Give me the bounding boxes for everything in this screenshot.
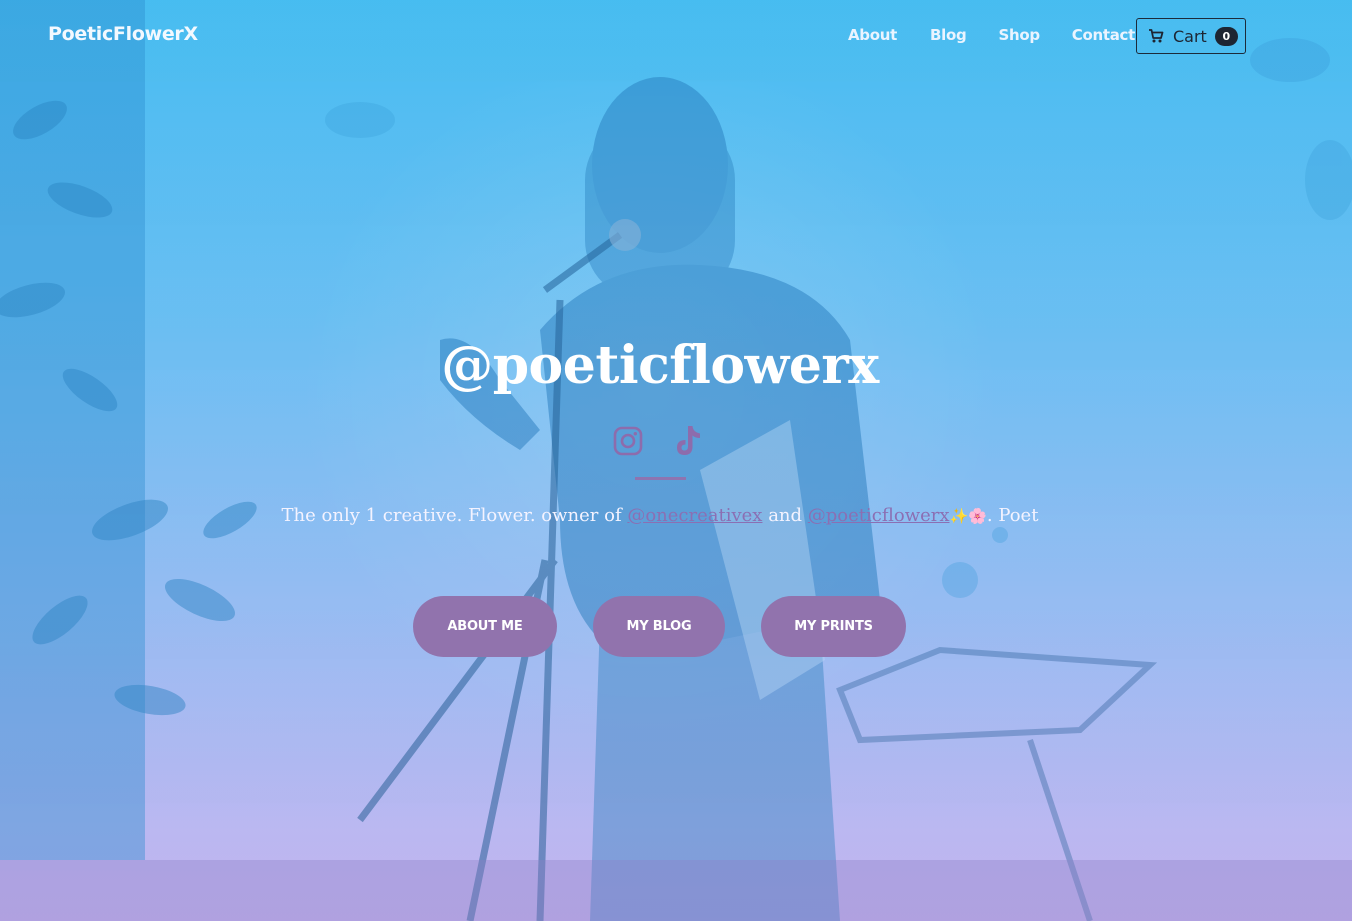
- tagline-text: The only 1 creative. Flower. owner of: [281, 505, 628, 526]
- title-divider: [635, 477, 686, 480]
- cart-button[interactable]: Cart 0: [1136, 18, 1246, 54]
- nav-link-contact[interactable]: Contact: [1072, 26, 1136, 44]
- nav-link-about[interactable]: About: [848, 26, 897, 44]
- hero-background-photo: [0, 0, 1352, 921]
- onecreativex-link[interactable]: @onecreativex: [627, 505, 762, 526]
- my-blog-button[interactable]: MY BLOG: [593, 596, 725, 657]
- cart-label: Cart: [1173, 26, 1207, 46]
- tagline-text: . Poet: [986, 505, 1039, 526]
- nav-link-blog[interactable]: Blog: [930, 26, 967, 44]
- main-nav: About Blog Shop Contact: [848, 26, 1135, 44]
- poeticflowerx-link[interactable]: @poeticflowerx: [808, 505, 950, 526]
- hero-buttons: ABOUT ME MY BLOG MY PRINTS: [413, 596, 906, 657]
- brand-logo[interactable]: PoeticFlowerX: [48, 23, 198, 45]
- sparkle-flower-emojis: ✨🌸: [949, 507, 987, 525]
- social-links: [612, 424, 704, 458]
- nav-link-shop[interactable]: Shop: [998, 26, 1040, 44]
- instagram-icon[interactable]: [612, 424, 644, 458]
- tagline-text: and: [762, 505, 808, 526]
- about-me-button[interactable]: ABOUT ME: [413, 596, 557, 657]
- top-navigation-bar: PoeticFlowerX About Blog Shop Contact Ca…: [0, 0, 1352, 72]
- hero-tagline: The only 1 creative. Flower. owner of @o…: [0, 505, 1320, 526]
- my-prints-button[interactable]: MY PRINTS: [761, 596, 906, 657]
- tiktok-icon[interactable]: [672, 424, 704, 458]
- cart-icon: [1148, 28, 1164, 44]
- hero-headline: @poeticflowerx: [441, 335, 879, 396]
- cart-count-badge: 0: [1214, 26, 1238, 46]
